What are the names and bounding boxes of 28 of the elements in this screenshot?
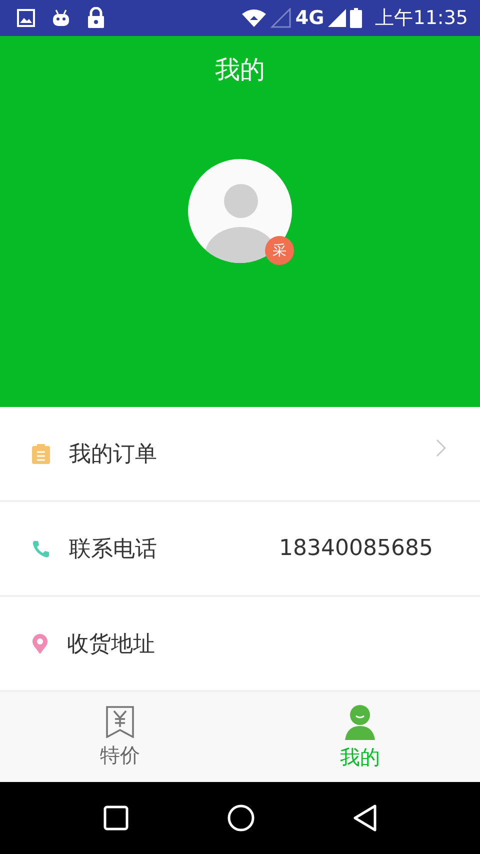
- location-pin-icon: [32, 634, 48, 654]
- chevron-icon: [436, 439, 446, 457]
- network-type: 4G: [295, 7, 324, 29]
- avatar-icon: [188, 159, 292, 263]
- signal-icon: [270, 8, 292, 28]
- tab[interactable]: 特价: [0, 692, 240, 782]
- phone-icon: [32, 540, 50, 558]
- page-title: 我的: [215, 54, 265, 86]
- menu-item[interactable]: 我的订单: [0, 407, 480, 502]
- wifi-icon: [241, 8, 268, 28]
- menu-label: 我的订单: [69, 440, 157, 468]
- clipboard-icon: [32, 444, 50, 464]
- signal-icon: [327, 8, 348, 28]
- menu-label: 收货地址: [67, 630, 155, 658]
- lock-icon: [87, 7, 105, 29]
- yen-tag-icon: [105, 706, 135, 738]
- avatar-badge: 采: [265, 236, 294, 265]
- robot-icon: [51, 8, 71, 28]
- image-icon: [17, 9, 35, 27]
- home-icon[interactable]: [227, 804, 255, 832]
- battery-icon: [350, 8, 362, 28]
- phone-number: 18340085685: [279, 536, 433, 561]
- person-icon: [344, 704, 376, 740]
- recents-icon[interactable]: [103, 805, 129, 831]
- status-time: 上午11:35: [375, 6, 468, 31]
- menu-item[interactable]: 联系电话 18340085685: [0, 502, 480, 597]
- menu-label: 联系电话: [69, 536, 157, 564]
- back-icon[interactable]: [353, 804, 377, 832]
